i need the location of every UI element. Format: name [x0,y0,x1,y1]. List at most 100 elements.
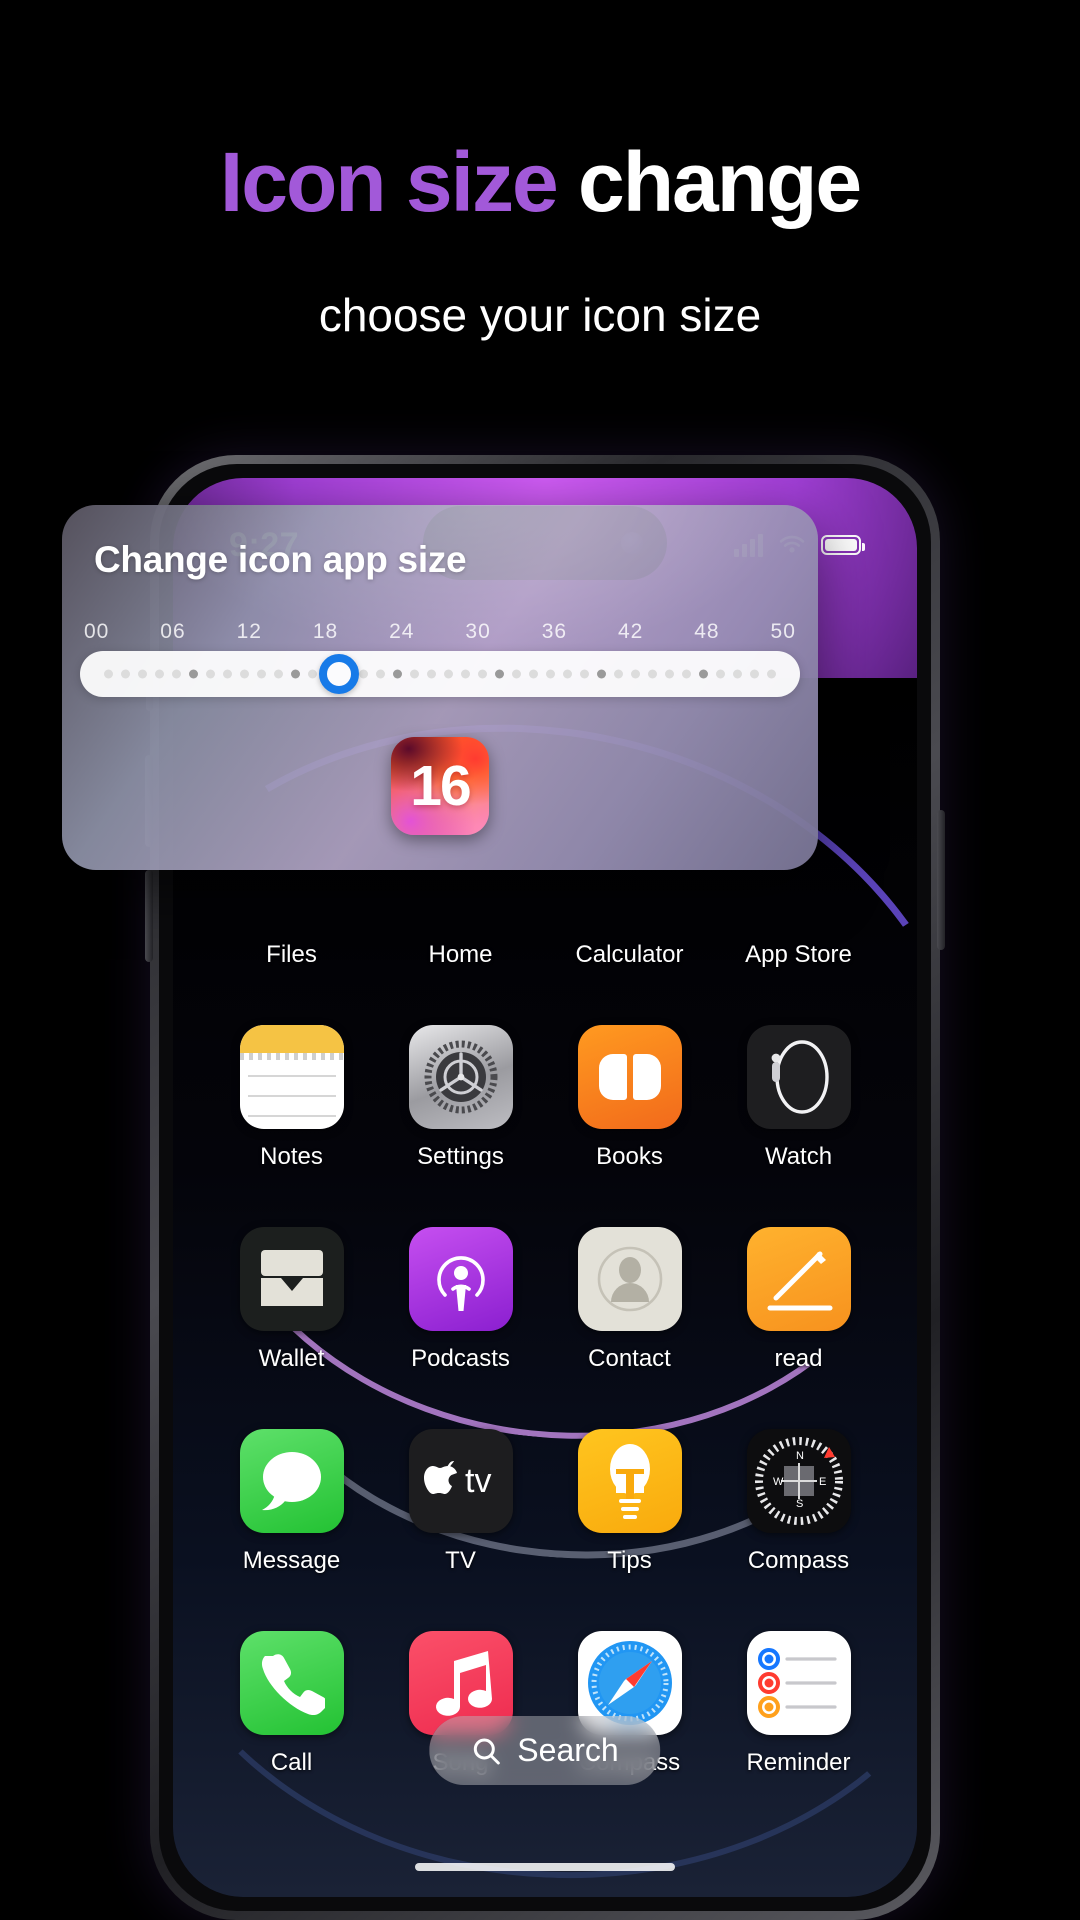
app-item-contact[interactable]: Contact [545,1227,714,1373]
slider-tick-dot [427,669,436,679]
app-label: Compass [747,1547,850,1574]
ios16-app-icon: 16 [391,737,489,835]
apple-tv-icon: tv [408,1429,513,1533]
app-label: Books [596,1143,663,1170]
app-grid: Files Home Calculator App Store Notes Se… [173,823,917,1777]
slider-tick-dot [444,669,453,679]
app-label: Reminder [746,1749,851,1776]
lightbulb-tips-icon [577,1429,682,1533]
slider-tick-dot [563,669,572,679]
messages-bubble-icon [239,1429,344,1533]
ruler-label: 24 [389,620,415,643]
slider-tick-dot [614,669,623,679]
volume-down-button[interactable] [145,870,153,962]
podcasts-icon [408,1227,513,1331]
promo-header: Icon size change choose your icon size [0,0,1080,341]
slider-tick-dot [138,669,147,679]
page-title-plain: change [578,135,862,229]
app-label: Notes [260,1143,323,1170]
app-label: Calculator [575,941,684,968]
app-item-tv[interactable]: tv TV [376,1429,545,1575]
slider-tick-dot [631,669,640,679]
ruler-label: 18 [312,620,339,643]
slider-tick-dot [699,669,708,679]
app-item-compass-dial[interactable]: N S W E Compass [714,1429,883,1575]
app-label: Contact [588,1345,671,1372]
slider-tick-dot [597,669,606,679]
slider-tick-dot [767,669,776,679]
change-icon-size-dialog: Change icon app size 00 06 12 18 24 30 36 42 48 5… [62,505,818,870]
page-title: Icon size change [0,140,1080,224]
power-button[interactable] [937,810,945,950]
app-label: Tips [607,1547,652,1574]
app-item-message[interactable]: Message [207,1429,376,1575]
slider-tick-dot [257,669,266,679]
slider-tick-dot [461,669,470,679]
slider-tick-dot [733,669,742,679]
app-item-wallet[interactable]: Wallet [207,1227,376,1373]
svg-text:tv: tv [465,1462,491,1500]
slider-tick-dot [291,669,300,679]
dialog-title: Change icon app size [94,539,467,580]
slider-knob[interactable] [319,654,360,694]
ruler-label: 12 [236,620,262,643]
search-button[interactable]: Search [429,1716,661,1785]
app-item-settings[interactable]: Settings [376,1025,545,1171]
battery-icon [821,535,865,555]
svg-text:N: N [796,1450,804,1462]
slider-tick-dot [648,669,657,679]
wallet-icon [239,1227,344,1331]
slider-ruler-labels: 00 06 12 18 24 30 36 42 48 50 [84,617,796,647]
slider-tick-dot [223,669,232,679]
app-label: Settings [417,1143,504,1170]
slider-tick-dots [104,669,776,679]
app-label: Files [266,941,317,968]
app-item-books[interactable]: Books [545,1025,714,1171]
compass-dial-icon: N S W E [746,1429,851,1533]
ruler-label: 00 [84,620,110,643]
ruler-label: 30 [465,620,491,643]
app-label: TV [445,1547,476,1574]
ruler-label: 36 [541,620,568,643]
slider-tick-dot [240,669,249,679]
books-icon [577,1025,682,1129]
app-label: App Store [745,941,852,968]
slider-tick-dot [172,669,181,679]
app-label: Watch [764,1143,833,1170]
slider-tick-dot [274,669,283,679]
slider-tick-dot [393,669,402,679]
notes-icon [239,1025,344,1129]
app-item-call[interactable]: Call [207,1631,376,1777]
icon-size-slider[interactable] [80,651,800,697]
slider-tick-dot [682,669,691,679]
app-item-watch[interactable]: Watch [714,1025,883,1171]
app-item-reminder[interactable]: Reminder [714,1631,883,1777]
slider-tick-dot [104,669,113,679]
slider-tick-dot [665,669,674,679]
ruler-label: 42 [617,620,644,643]
app-item-read[interactable]: read [714,1227,883,1373]
search-icon [473,1738,500,1764]
page-subtitle: choose your icon size [318,289,762,341]
home-indicator[interactable] [415,1863,675,1871]
slider-tick-dot [410,669,419,679]
slider-tick-dot [750,669,759,679]
app-item-podcasts[interactable]: Podcasts [376,1227,545,1373]
slider-tick-dot [308,669,317,679]
slider-tick-dot [546,669,555,679]
svg-text:W: W [773,1476,784,1488]
search-label: Search [517,1732,619,1768]
preview-icon-label: 16 [410,753,471,818]
app-label: Wallet [258,1345,325,1372]
app-item-notes[interactable]: Notes [207,1025,376,1171]
svg-text:S: S [796,1498,803,1510]
phone-handset-icon [239,1631,344,1735]
slider-tick-dot [716,669,725,679]
app-item-tips[interactable]: Tips [545,1429,714,1575]
app-label: read [774,1345,823,1372]
settings-gear-icon [408,1025,513,1129]
slider-tick-dot [376,669,385,679]
ruler-label: 50 [770,620,796,643]
slider-tick-dot [512,669,521,679]
page-title-accent: Icon size [219,135,579,229]
